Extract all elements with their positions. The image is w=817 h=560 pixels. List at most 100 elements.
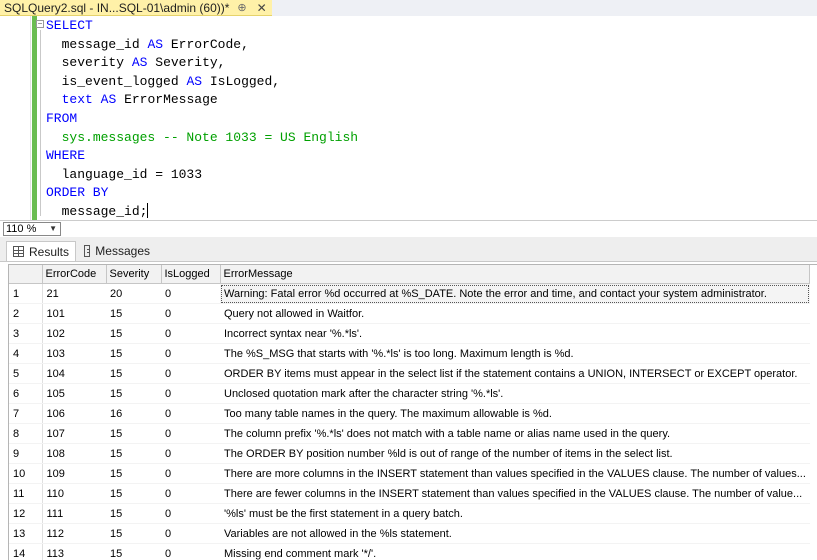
chevron-down-icon[interactable]: ▼ xyxy=(49,223,57,235)
cell-errormessage[interactable]: There are more columns in the INSERT sta… xyxy=(220,464,810,484)
cell-errorcode[interactable]: 102 xyxy=(42,324,106,344)
row-number[interactable]: 1 xyxy=(9,284,42,304)
table-row[interactable]: 14113150Missing end comment mark '*/'. xyxy=(9,544,810,560)
cell-islogged[interactable]: 0 xyxy=(161,544,220,560)
cell-errorcode[interactable]: 107 xyxy=(42,424,106,444)
cell-islogged[interactable]: 0 xyxy=(161,504,220,524)
cell-errorcode[interactable]: 104 xyxy=(42,364,106,384)
row-number[interactable]: 4 xyxy=(9,344,42,364)
cell-errormessage[interactable]: The column prefix '%.*ls' does not match… xyxy=(220,424,810,444)
collapse-outline-icon[interactable]: − xyxy=(36,20,44,28)
cell-errormessage[interactable]: Warning: Fatal error %d occurred at %S_D… xyxy=(220,284,810,304)
table-row[interactable]: 121200Warning: Fatal error %d occurred a… xyxy=(9,284,810,304)
cell-errormessage[interactable]: Query not allowed in Waitfor. xyxy=(220,304,810,324)
column-header-islogged[interactable]: IsLogged xyxy=(161,265,220,284)
cell-severity[interactable]: 15 xyxy=(106,364,161,384)
cell-islogged[interactable]: 0 xyxy=(161,384,220,404)
cell-islogged[interactable]: 0 xyxy=(161,284,220,304)
cell-errormessage[interactable]: The ORDER BY position number %ld is out … xyxy=(220,444,810,464)
table-row[interactable]: 7106160Too many table names in the query… xyxy=(9,404,810,424)
table-row[interactable]: 5104150ORDER BY items must appear in the… xyxy=(9,364,810,384)
row-number[interactable]: 13 xyxy=(9,524,42,544)
cell-errorcode[interactable]: 103 xyxy=(42,344,106,364)
row-number[interactable]: 8 xyxy=(9,424,42,444)
cell-islogged[interactable]: 0 xyxy=(161,424,220,444)
tab-messages[interactable]: Messages xyxy=(78,241,156,261)
table-row[interactable]: 10109150There are more columns in the IN… xyxy=(9,464,810,484)
table-row[interactable]: 13112150Variables are not allowed in the… xyxy=(9,524,810,544)
row-number[interactable]: 5 xyxy=(9,364,42,384)
pin-icon[interactable]: ⊕ xyxy=(237,1,246,14)
row-number[interactable]: 3 xyxy=(9,324,42,344)
cell-severity[interactable]: 15 xyxy=(106,304,161,324)
cell-islogged[interactable]: 0 xyxy=(161,304,220,324)
column-header-errormessage[interactable]: ErrorMessage xyxy=(220,265,810,284)
cell-errorcode[interactable]: 101 xyxy=(42,304,106,324)
document-tab[interactable]: SQLQuery2.sql - IN...SQL-01\admin (60))*… xyxy=(0,0,272,16)
cell-islogged[interactable]: 0 xyxy=(161,404,220,424)
cell-severity[interactable]: 15 xyxy=(106,524,161,544)
cell-severity[interactable]: 15 xyxy=(106,424,161,444)
row-number[interactable]: 10 xyxy=(9,464,42,484)
table-row[interactable]: 8107150The column prefix '%.*ls' does no… xyxy=(9,424,810,444)
cell-errorcode[interactable]: 105 xyxy=(42,384,106,404)
table-row[interactable]: 9108150The ORDER BY position number %ld … xyxy=(9,444,810,464)
row-number[interactable]: 14 xyxy=(9,544,42,560)
cell-severity[interactable]: 15 xyxy=(106,464,161,484)
cell-errormessage[interactable]: Unclosed quotation mark after the charac… xyxy=(220,384,810,404)
table-row[interactable]: 4103150The %S_MSG that starts with '%.*l… xyxy=(9,344,810,364)
column-header-severity[interactable]: Severity xyxy=(106,265,161,284)
cell-islogged[interactable]: 0 xyxy=(161,444,220,464)
tab-results[interactable]: Results xyxy=(6,241,76,261)
cell-islogged[interactable]: 0 xyxy=(161,324,220,344)
sql-code[interactable]: SELECT message_id AS ErrorCode, severity… xyxy=(46,17,358,220)
cell-severity[interactable]: 15 xyxy=(106,384,161,404)
column-header-errorcode[interactable]: ErrorCode xyxy=(42,265,106,284)
cell-errormessage[interactable]: There are fewer columns in the INSERT st… xyxy=(220,484,810,504)
cell-errormessage[interactable]: The %S_MSG that starts with '%.*ls' is t… xyxy=(220,344,810,364)
cell-severity[interactable]: 16 xyxy=(106,404,161,424)
cell-errormessage[interactable]: Incorrect syntax near '%.*ls'. xyxy=(220,324,810,344)
cell-errormessage[interactable]: Too many table names in the query. The m… xyxy=(220,404,810,424)
cell-severity[interactable]: 15 xyxy=(106,484,161,504)
table-row[interactable]: 11110150There are fewer columns in the I… xyxy=(9,484,810,504)
cell-errorcode[interactable]: 110 xyxy=(42,484,106,504)
close-icon[interactable]: ✕ xyxy=(257,1,267,15)
row-number[interactable]: 2 xyxy=(9,304,42,324)
cell-errorcode[interactable]: 21 xyxy=(42,284,106,304)
cell-islogged[interactable]: 0 xyxy=(161,364,220,384)
cell-errorcode[interactable]: 108 xyxy=(42,444,106,464)
cell-errormessage[interactable]: ORDER BY items must appear in the select… xyxy=(220,364,810,384)
cell-severity[interactable]: 15 xyxy=(106,344,161,364)
row-number[interactable]: 9 xyxy=(9,444,42,464)
row-number[interactable]: 7 xyxy=(9,404,42,424)
cell-islogged[interactable]: 0 xyxy=(161,344,220,364)
table-row[interactable]: 3102150Incorrect syntax near '%.*ls'. xyxy=(9,324,810,344)
table-row[interactable]: 2101150Query not allowed in Waitfor. xyxy=(9,304,810,324)
row-number[interactable]: 12 xyxy=(9,504,42,524)
cell-errorcode[interactable]: 113 xyxy=(42,544,106,560)
table-row[interactable]: 6105150Unclosed quotation mark after the… xyxy=(9,384,810,404)
zoom-dropdown[interactable]: 110 % ▼ xyxy=(3,222,61,236)
cell-severity[interactable]: 15 xyxy=(106,544,161,560)
row-number[interactable]: 11 xyxy=(9,484,42,504)
cell-errormessage[interactable]: Variables are not allowed in the %ls sta… xyxy=(220,524,810,544)
cell-errormessage[interactable]: '%ls' must be the first statement in a q… xyxy=(220,504,810,524)
cell-severity[interactable]: 15 xyxy=(106,324,161,344)
cell-errormessage[interactable]: Missing end comment mark '*/'. xyxy=(220,544,810,560)
table-row[interactable]: 12111150'%ls' must be the first statemen… xyxy=(9,504,810,524)
results-grid[interactable]: ErrorCode Severity IsLogged ErrorMessage… xyxy=(8,264,817,560)
cell-severity[interactable]: 15 xyxy=(106,444,161,464)
cell-islogged[interactable]: 0 xyxy=(161,524,220,544)
query-editor[interactable]: − SELECT message_id AS ErrorCode, severi… xyxy=(0,16,817,220)
row-number[interactable]: 6 xyxy=(9,384,42,404)
cell-islogged[interactable]: 0 xyxy=(161,484,220,504)
cell-severity[interactable]: 20 xyxy=(106,284,161,304)
cell-severity[interactable]: 15 xyxy=(106,504,161,524)
row-number-header[interactable] xyxy=(9,265,42,284)
cell-errorcode[interactable]: 109 xyxy=(42,464,106,484)
cell-errorcode[interactable]: 111 xyxy=(42,504,106,524)
cell-errorcode[interactable]: 112 xyxy=(42,524,106,544)
cell-errorcode[interactable]: 106 xyxy=(42,404,106,424)
cell-islogged[interactable]: 0 xyxy=(161,464,220,484)
